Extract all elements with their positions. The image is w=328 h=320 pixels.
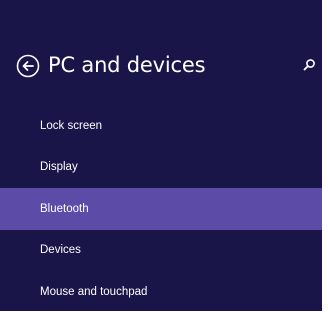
nav-item-devices[interactable]: Devices: [0, 230, 322, 272]
nav-item-label: Bluetooth: [40, 202, 89, 215]
back-arrow-icon: [16, 54, 40, 78]
nav-item-label: Lock screen: [40, 119, 103, 132]
settings-nav-list: Lock screen Display Bluetooth Devices Mo…: [0, 105, 322, 311]
search-icon: [303, 59, 315, 71]
nav-item-mouse-and-touchpad[interactable]: Mouse and touchpad: [0, 271, 322, 311]
nav-item-label: Display: [40, 161, 78, 174]
back-button[interactable]: [16, 54, 40, 78]
settings-panel: PC and devices Lock screen Display Bluet…: [0, 0, 322, 311]
nav-item-display[interactable]: Display: [0, 147, 322, 189]
nav-item-label: Devices: [40, 244, 81, 257]
settings-header: PC and devices: [0, 0, 322, 112]
search-button[interactable]: [301, 57, 317, 73]
page-title: PC and devices: [48, 53, 206, 77]
nav-item-lock-screen[interactable]: Lock screen: [0, 105, 322, 147]
nav-item-bluetooth[interactable]: Bluetooth: [0, 188, 322, 230]
nav-item-label: Mouse and touchpad: [40, 285, 148, 298]
